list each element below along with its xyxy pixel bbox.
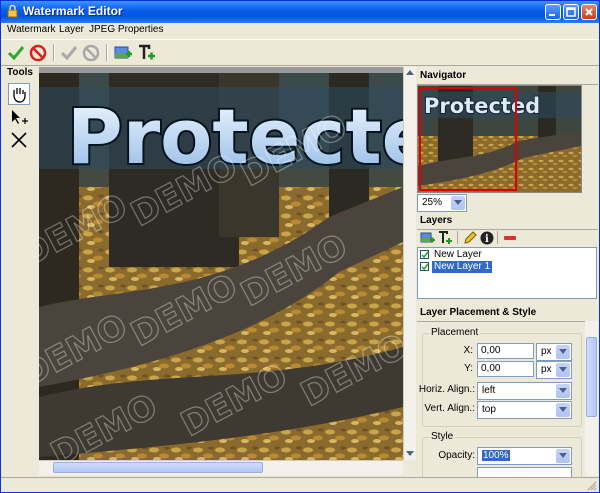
add-image-layer-icon[interactable] [113,43,133,63]
info-icon[interactable]: i [479,230,495,246]
halign-select[interactable]: left [477,382,572,400]
x-unit-select[interactable]: px [536,343,572,361]
style-group-label: Style [429,431,456,442]
svg-text:i: i [485,234,489,245]
toolbar-separator [457,231,458,244]
apply-check-icon[interactable] [6,43,26,63]
move-tool-button[interactable] [8,107,30,129]
apply-check-disabled-icon[interactable] [59,43,79,63]
navigator-watermark-text: Protected [424,94,540,118]
valign-label: Vert. Align.: [424,403,475,414]
hand-tool-button[interactable] [8,83,30,105]
app-window: Watermark Editor Watermark Layer JPEG Pr… [0,0,600,493]
minimize-icon [549,14,555,16]
close-icon [585,8,593,16]
halign-label: Horiz. Align.: [418,384,475,395]
close-button[interactable] [581,4,597,20]
navigator-preview[interactable]: Protected [417,85,582,193]
hand-icon [13,88,26,103]
layer-name: New Layer [434,249,482,260]
check-icon [421,263,429,271]
photo-preview: Protecte DEMO DEMO DEMO DEMO DEMO DEMO D… [39,67,403,460]
dropdown-arrow-icon [451,196,465,210]
maximize-icon [566,7,576,17]
menu-jpeg-properties[interactable]: JPEG Properties [89,24,163,35]
scroll-thumb[interactable] [53,462,263,473]
move-arrow-icon [12,110,28,124]
scroll-corner [403,460,415,474]
cross-icon [11,132,27,148]
delete-tool-button[interactable] [8,129,30,151]
app-icon [7,5,18,18]
dropdown-arrow-icon [556,363,570,377]
window-title: Watermark Editor [23,4,123,18]
y-unit-select[interactable]: px [536,361,572,379]
check-icon [421,251,429,259]
x-label: X: [463,345,473,356]
placement-header: Layer Placement & Style [417,304,598,322]
canvas-vertical-scrollbar[interactable] [403,67,416,460]
cancel-icon[interactable] [28,43,48,63]
dropdown-arrow-icon [556,449,570,463]
cancel-disabled-icon[interactable] [81,43,101,63]
panel-vertical-scrollbar[interactable] [585,321,598,476]
layers-header: Layers [417,212,598,230]
dropdown-arrow-icon [556,384,570,398]
opacity-label: Opacity: [438,450,475,461]
layer-name: New Layer 1 [432,261,493,273]
dropdown-arrow-icon [556,403,570,417]
tools-panel: Tools [4,67,34,475]
scroll-up-icon[interactable] [406,69,414,75]
resize-grip-icon[interactable] [586,480,597,491]
layer-visible-checkbox[interactable] [420,250,429,259]
x-input[interactable]: 0,00 [477,343,534,359]
add-text-layer-icon[interactable] [437,230,453,246]
style-select[interactable] [477,467,572,477]
canvas-horizontal-scrollbar[interactable] [39,460,403,475]
placement-group-label: Placement [429,327,481,338]
minimize-button[interactable] [545,4,561,20]
navigator-header: Navigator [417,67,598,85]
status-bar [1,477,599,492]
toolbar-separator [106,44,108,61]
menu-watermark[interactable]: Watermark [7,24,56,35]
y-label: Y: [464,363,473,374]
right-panel: Navigator Protected 25% Layers i New Lay… [417,67,598,487]
valign-select[interactable]: top [477,401,572,419]
toolbar-separator [53,44,55,61]
edit-pencil-icon[interactable] [462,230,478,246]
layers-toolbar: i [417,229,598,247]
menu-bar: Watermark Layer JPEG Properties [1,23,599,38]
title-bar[interactable]: Watermark Editor [1,1,599,23]
opacity-select[interactable]: 100% [477,447,572,465]
toolbar [1,39,599,66]
y-input[interactable]: 0,00 [477,361,534,377]
layers-list[interactable]: New Layer New Layer 1 [417,247,597,299]
toolbar-separator [497,231,498,244]
menu-layer[interactable]: Layer [59,24,84,35]
add-text-layer-icon[interactable] [136,43,156,63]
layer-item[interactable]: New Layer [419,249,595,261]
image-canvas[interactable]: Protecte DEMO DEMO DEMO DEMO DEMO DEMO D… [39,67,403,460]
add-image-layer-icon[interactable] [420,230,436,246]
delete-layer-icon[interactable] [502,230,518,246]
maximize-button[interactable] [563,4,579,20]
scroll-down-icon[interactable] [406,451,414,457]
dropdown-arrow-icon [556,345,570,359]
tools-label: Tools [7,67,33,78]
layer-visible-checkbox[interactable] [420,262,429,271]
layer-item[interactable]: New Layer 1 [419,261,595,273]
scroll-thumb[interactable] [586,337,597,417]
zoom-select[interactable]: 25% [417,194,467,212]
